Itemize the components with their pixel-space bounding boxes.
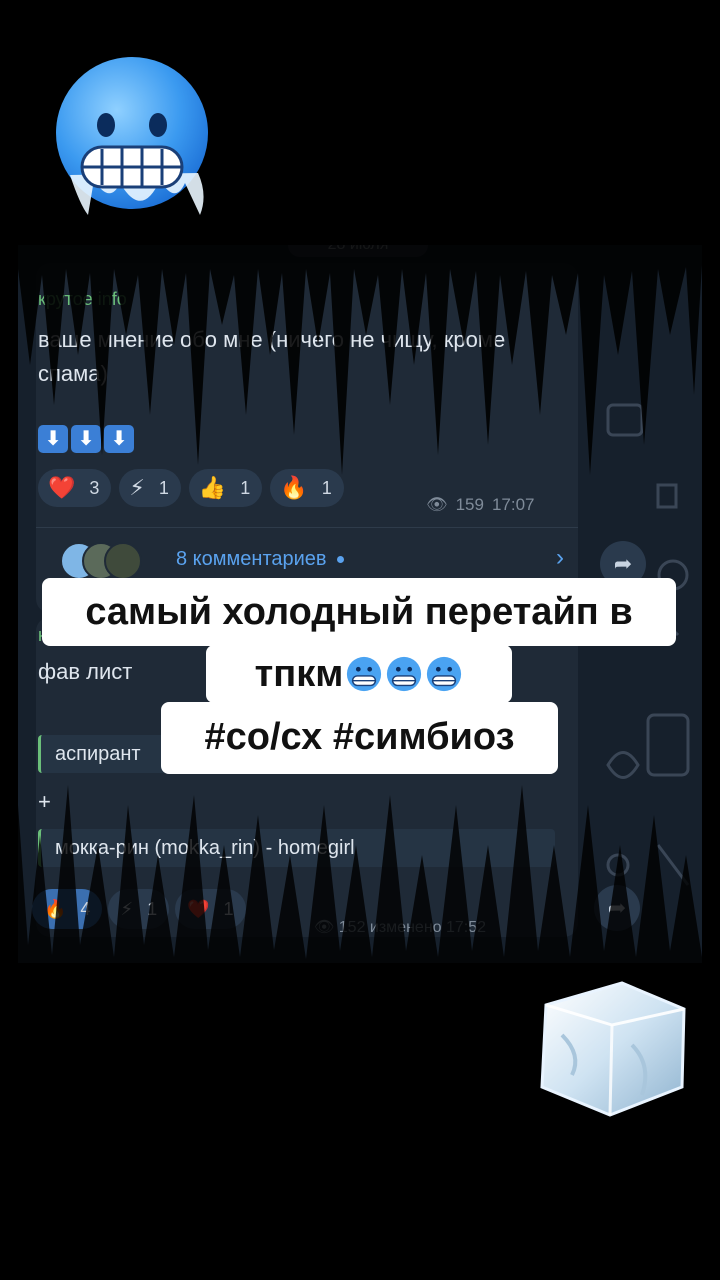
reaction-count: 1 [147,898,158,919]
reaction-thumbs-up[interactable]: 👍 1 [188,469,263,507]
plus-text: + [38,789,51,814]
cold-face-icon [427,656,462,692]
commenter-avatars [60,542,150,580]
reaction-lightning[interactable]: ⚡ 1 [119,469,181,507]
reaction-heart[interactable]: ❤️ 1 [175,889,246,929]
caption-line-1: самый холодный перетайп в [42,578,676,646]
arrow-emoji-row: ⬇ ⬇ ⬇ [38,425,134,453]
message-title: фав лист [38,659,133,684]
date-pill: 28 июля [288,245,428,257]
reaction-fire[interactable]: 🔥 1 [270,469,344,507]
comments-link[interactable]: 8 комментариев › [36,527,578,580]
reaction-lightning[interactable]: ⚡ 1 [108,889,170,929]
message-meta-2: 👁 152 изменено 17:52 [314,917,486,937]
reaction-count: 1 [158,477,169,498]
eye-icon: 👁 [426,495,448,514]
down-arrow-icon: ⬇ [71,425,101,453]
comments-count: 8 комментариев [176,548,344,571]
unread-dot [336,556,344,564]
fire-icon: 🔥 [280,475,308,500]
caption-text: тпкм [254,653,344,695]
reaction-count: 1 [321,477,332,498]
ice-cube-icon [540,981,686,1117]
message-meta: 👁 159 17:07 [426,495,535,515]
lightning-icon: ⚡ [129,475,145,500]
share-button-2[interactable]: ➦ [594,885,640,931]
message-time: 17:07 [491,495,535,514]
message-text: ваше мнение обо мне (ничего не чищу, кро… [38,327,506,386]
caption-line-2: тпкм [206,645,512,703]
reaction-heart[interactable]: ❤️ 3 [38,469,112,507]
down-arrow-icon: ⬇ [104,425,134,453]
thumbs-up-icon: 👍 [198,475,227,500]
heart-icon: ❤️ [187,898,210,919]
reaction-fire[interactable]: 🔥 4 [32,889,103,929]
reaction-count: 4 [80,898,91,919]
reaction-count: 1 [223,898,234,919]
sender-name[interactable]: крутое info [38,289,127,310]
meta-text: 152 изменено 17:52 [338,919,487,936]
view-count: 159 [455,495,484,514]
cold-face-icon [387,656,422,692]
avatar [104,542,142,580]
down-arrow-icon: ⬇ [38,425,68,453]
eye-icon: 👁 [314,919,335,936]
cold-face-emoji-icon [56,57,208,215]
reactions-row: ❤️ 3 ⚡ 1 👍 1 🔥 1 [38,469,344,507]
quote-block: мокка-рин (mokka_rin) - homegirl [38,829,555,867]
fire-icon: 🔥 [44,898,67,919]
chevron-right-icon: › [556,544,564,571]
comments-label-text: 8 комментариев [176,548,327,570]
reactions-row-2: 🔥 4 ⚡ 1 ❤️ 1 [32,889,246,929]
caption-line-3: #со/сх #симбиоз [161,702,558,774]
reaction-count: 1 [240,477,251,498]
reaction-count: 3 [89,477,100,498]
lightning-icon: ⚡ [120,898,134,919]
cold-face-icon [347,656,382,692]
heart-icon: ❤️ [48,475,76,500]
